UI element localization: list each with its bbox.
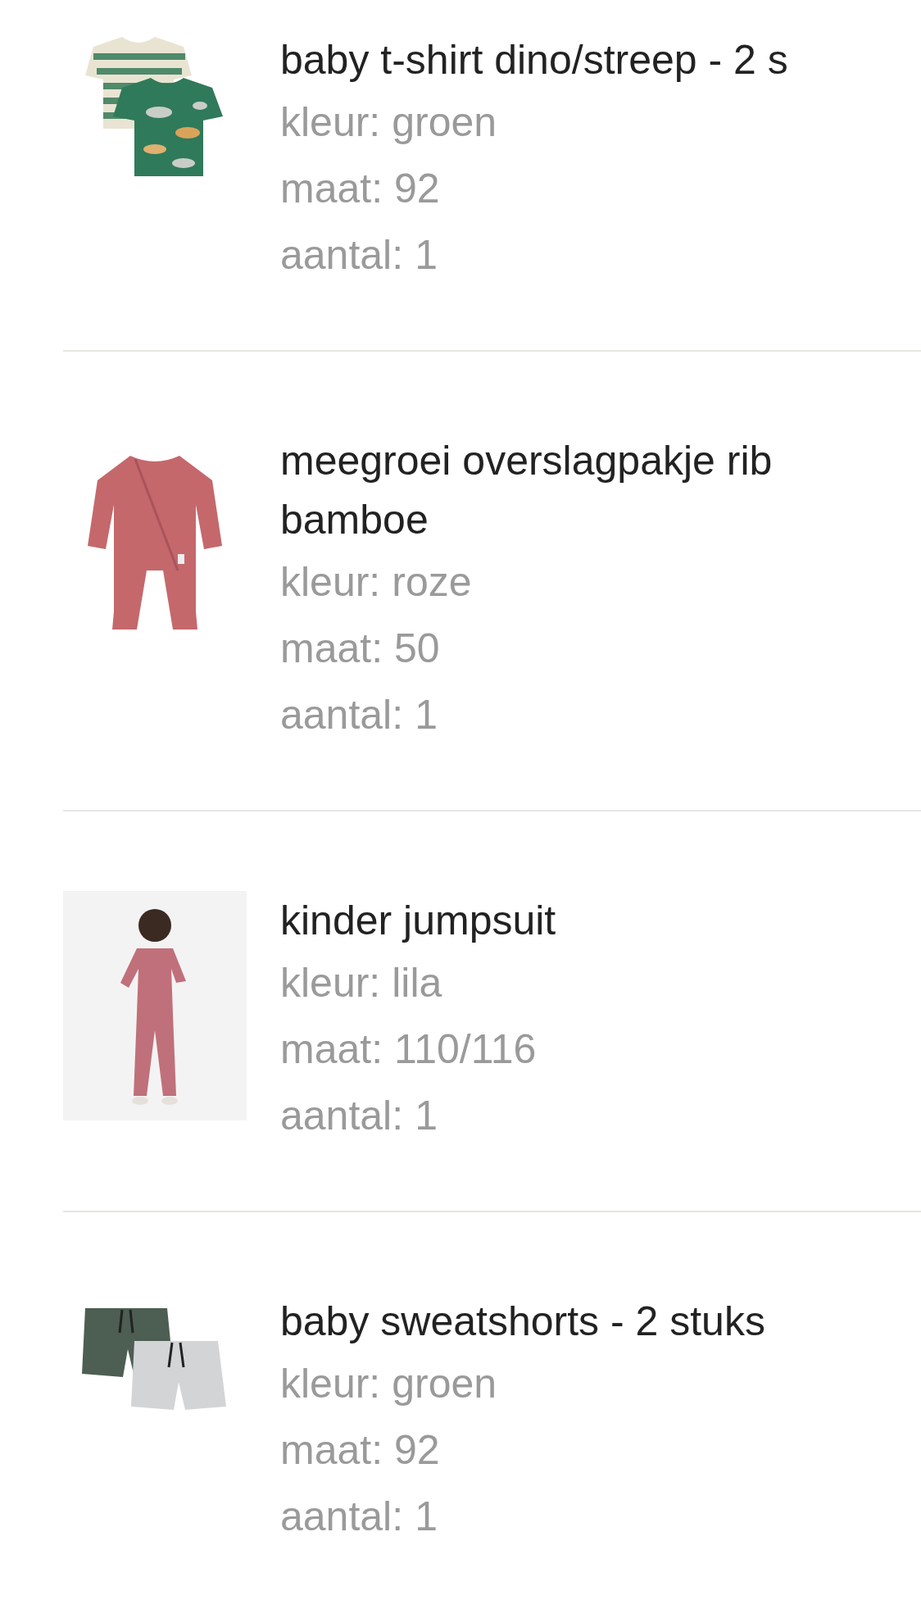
item-info: kinder jumpsuitkleur:lilamaat:110/116aan…: [280, 890, 921, 1149]
item-detail: maat:92: [280, 1416, 915, 1484]
detail-label: aantal:: [280, 691, 404, 738]
item-detail: aantal:1: [280, 1082, 915, 1149]
product-image: [63, 30, 247, 289]
detail-label: aantal:: [280, 1492, 404, 1539]
detail-value: 1: [414, 1492, 438, 1539]
detail-value: 50: [394, 625, 441, 672]
detail-label: kleur:: [280, 1360, 381, 1407]
item-title: baby t-shirt dino/streep - 2 s: [280, 30, 915, 90]
detail-value: groen: [391, 99, 497, 146]
item-detail: aantal:1: [280, 222, 915, 289]
detail-label: aantal:: [280, 1092, 404, 1139]
item-detail: kleur:groen: [280, 1350, 915, 1417]
item-title: meegroei overslagpakje rib bamboe: [280, 431, 915, 549]
detail-value: groen: [391, 1360, 497, 1407]
onesie-icon: [81, 447, 229, 636]
detail-label: kleur:: [280, 959, 381, 1006]
detail-label: kleur:: [280, 558, 381, 605]
item-detail: kleur:groen: [280, 89, 915, 156]
item-detail: maat:92: [280, 155, 915, 223]
detail-value: roze: [391, 558, 472, 605]
detail-value: 1: [414, 691, 438, 738]
item-info: meegroei overslagpakje rib bamboekleur:r…: [280, 431, 921, 749]
order-item[interactable]: baby t-shirt dino/streep - 2 skleur:groe…: [63, 0, 921, 352]
detail-value: 92: [394, 165, 441, 212]
order-item[interactable]: kinder jumpsuitkleur:lilamaat:110/116aan…: [63, 811, 921, 1212]
detail-label: kleur:: [280, 99, 381, 146]
detail-value: 1: [414, 231, 438, 278]
item-title: baby sweatshorts - 2 stuks: [280, 1291, 915, 1351]
item-detail: aantal:1: [280, 1483, 915, 1550]
detail-label: maat:: [280, 1025, 383, 1072]
item-detail: aantal:1: [280, 681, 915, 749]
detail-value: lila: [391, 959, 442, 1006]
order-item[interactable]: baby sweatshorts - 2 stukskleur:groenmaa…: [63, 1211, 921, 1600]
item-detail: kleur:roze: [280, 548, 915, 616]
order-item[interactable]: meegroei overslagpakje rib bamboekleur:r…: [63, 351, 921, 812]
item-detail: kleur:lila: [280, 949, 915, 1017]
item-title: kinder jumpsuit: [280, 890, 915, 950]
detail-label: aantal:: [280, 231, 404, 278]
order-item-list: baby t-shirt dino/streep - 2 skleur:groe…: [0, 0, 921, 1600]
item-info: baby sweatshorts - 2 stukskleur:groenmaa…: [280, 1291, 921, 1550]
tshirts-icon: [77, 30, 233, 187]
item-detail: maat:50: [280, 615, 915, 682]
photo-icon: [63, 890, 247, 1121]
detail-label: maat:: [280, 165, 383, 212]
item-detail: maat:110/116: [280, 1016, 915, 1083]
item-info: baby t-shirt dino/streep - 2 skleur:groe…: [280, 30, 921, 289]
detail-value: 1: [414, 1092, 438, 1139]
detail-value: 110/116: [394, 1025, 536, 1072]
product-image: [63, 890, 247, 1149]
product-image: [63, 1291, 247, 1550]
detail-label: maat:: [280, 625, 383, 672]
product-image: [63, 431, 247, 749]
detail-value: 92: [394, 1426, 441, 1473]
detail-label: maat:: [280, 1426, 383, 1473]
shorts-icon: [77, 1291, 233, 1423]
